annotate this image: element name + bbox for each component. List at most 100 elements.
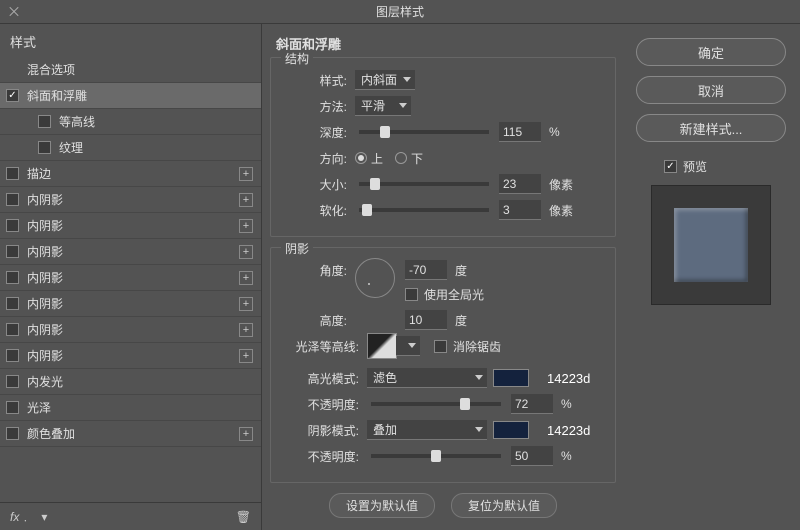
new-style-button[interactable]: 新建样式... bbox=[636, 114, 786, 142]
preview-checkbox[interactable] bbox=[664, 160, 677, 173]
style-item-label: 光泽 bbox=[27, 399, 253, 416]
highlight-color-hex: 14223d bbox=[547, 371, 590, 386]
add-effect-icon[interactable]: + bbox=[239, 323, 253, 337]
trash-icon[interactable]: 🗑 bbox=[236, 510, 251, 524]
reset-default-button[interactable]: 复位为默认值 bbox=[451, 493, 557, 518]
gloss-contour-picker[interactable] bbox=[367, 333, 397, 359]
style-item-label: 内发光 bbox=[27, 373, 253, 390]
style-item-14[interactable]: 颜色叠加+ bbox=[0, 421, 261, 447]
style-checkbox[interactable] bbox=[6, 401, 19, 414]
style-item-label: 内阴影 bbox=[27, 321, 239, 338]
style-checkbox[interactable] bbox=[6, 193, 19, 206]
size-label: 大小: bbox=[283, 176, 347, 193]
add-effect-icon[interactable]: + bbox=[239, 297, 253, 311]
style-item-4[interactable]: 描边+ bbox=[0, 161, 261, 187]
chevron-down-icon bbox=[399, 103, 407, 108]
style-item-1[interactable]: 斜面和浮雕 bbox=[0, 83, 261, 109]
angle-dial[interactable] bbox=[355, 258, 395, 298]
style-label: 样式: bbox=[283, 72, 347, 89]
soften-label: 软化: bbox=[283, 202, 347, 219]
direction-down-radio[interactable] bbox=[395, 152, 407, 164]
style-item-3[interactable]: 纹理 bbox=[0, 135, 261, 161]
style-item-7[interactable]: 内阴影+ bbox=[0, 239, 261, 265]
style-item-label: 混合选项 bbox=[27, 61, 253, 78]
chevron-down-icon[interactable]: ▾ bbox=[41, 510, 47, 524]
chevron-down-icon bbox=[475, 427, 483, 432]
close-icon[interactable] bbox=[8, 6, 18, 16]
layer-style-dialog: 图层样式 样式 混合选项斜面和浮雕等高线纹理描边+内阴影+内阴影+内阴影+内阴影… bbox=[0, 0, 800, 530]
add-effect-icon[interactable]: + bbox=[239, 193, 253, 207]
structure-group: 结构 样式: 内斜面 方法: 平滑 深度: % bbox=[270, 57, 616, 237]
style-item-8[interactable]: 内阴影+ bbox=[0, 265, 261, 291]
altitude-input[interactable] bbox=[405, 310, 447, 330]
add-effect-icon[interactable]: + bbox=[239, 219, 253, 233]
style-item-12[interactable]: 内发光 bbox=[0, 369, 261, 395]
style-checkbox[interactable] bbox=[6, 427, 19, 440]
ok-button[interactable]: 确定 bbox=[636, 38, 786, 66]
style-checkbox[interactable] bbox=[6, 219, 19, 232]
shadow-color-swatch[interactable] bbox=[493, 421, 529, 439]
highlight-opacity-input[interactable] bbox=[511, 394, 553, 414]
angle-unit: 度 bbox=[455, 262, 479, 279]
style-checkbox[interactable] bbox=[6, 271, 19, 284]
depth-input[interactable] bbox=[499, 122, 541, 142]
style-checkbox[interactable] bbox=[6, 245, 19, 258]
highlight-opacity-label: 不透明度: bbox=[283, 396, 359, 413]
style-checkbox[interactable] bbox=[6, 167, 19, 180]
soften-slider[interactable] bbox=[359, 208, 489, 212]
style-checkbox[interactable] bbox=[38, 141, 51, 154]
style-item-10[interactable]: 内阴影+ bbox=[0, 317, 261, 343]
style-list: 混合选项斜面和浮雕等高线纹理描边+内阴影+内阴影+内阴影+内阴影+内阴影+内阴影… bbox=[0, 57, 261, 502]
highlight-opacity-slider[interactable] bbox=[371, 402, 501, 406]
add-effect-icon[interactable]: + bbox=[239, 167, 253, 181]
gloss-contour-dropdown[interactable] bbox=[396, 336, 420, 356]
style-item-label: 描边 bbox=[27, 165, 239, 182]
gloss-contour-label: 光泽等高线: bbox=[283, 338, 359, 355]
shadow-opacity-slider[interactable] bbox=[371, 454, 501, 458]
style-item-2[interactable]: 等高线 bbox=[0, 109, 261, 135]
cancel-button[interactable]: 取消 bbox=[636, 76, 786, 104]
style-checkbox[interactable] bbox=[38, 115, 51, 128]
direction-up-radio[interactable] bbox=[355, 152, 367, 164]
style-item-9[interactable]: 内阴影+ bbox=[0, 291, 261, 317]
style-item-label: 内阴影 bbox=[27, 295, 239, 312]
shadow-mode-select[interactable]: 叠加 bbox=[367, 420, 487, 440]
style-checkbox[interactable] bbox=[6, 297, 19, 310]
style-checkbox[interactable] bbox=[6, 323, 19, 336]
antialias-label: 消除锯齿 bbox=[453, 338, 501, 355]
technique-label: 方法: bbox=[283, 98, 347, 115]
size-input[interactable] bbox=[499, 174, 541, 194]
shadow-opacity-input[interactable] bbox=[511, 446, 553, 466]
style-item-11[interactable]: 内阴影+ bbox=[0, 343, 261, 369]
technique-select[interactable]: 平滑 bbox=[355, 96, 411, 116]
highlight-mode-select[interactable]: 滤色 bbox=[367, 368, 487, 388]
angle-input[interactable] bbox=[405, 260, 447, 280]
add-effect-icon[interactable]: + bbox=[239, 271, 253, 285]
titlebar: 图层样式 bbox=[0, 0, 800, 24]
global-light-checkbox[interactable] bbox=[405, 288, 418, 301]
preview-box bbox=[651, 185, 771, 305]
style-checkbox[interactable] bbox=[6, 89, 19, 102]
antialias-checkbox[interactable] bbox=[434, 340, 447, 353]
style-checkbox[interactable] bbox=[6, 375, 19, 388]
style-item-0[interactable]: 混合选项 bbox=[0, 57, 261, 83]
sidebar-header: 样式 bbox=[0, 24, 261, 57]
add-effect-icon[interactable]: + bbox=[239, 245, 253, 259]
make-default-button[interactable]: 设置为默认值 bbox=[329, 493, 435, 518]
style-item-13[interactable]: 光泽 bbox=[0, 395, 261, 421]
soften-input[interactable] bbox=[499, 200, 541, 220]
highlight-color-swatch[interactable] bbox=[493, 369, 529, 387]
style-item-6[interactable]: 内阴影+ bbox=[0, 213, 261, 239]
style-select[interactable]: 内斜面 bbox=[355, 70, 415, 90]
sidebar-footer: fx﹒ ▾ 🗑 bbox=[0, 502, 261, 530]
size-slider[interactable] bbox=[359, 182, 489, 186]
depth-slider[interactable] bbox=[359, 130, 489, 134]
preview-label: 预览 bbox=[683, 158, 707, 175]
fx-icon[interactable]: fx﹒ bbox=[10, 508, 31, 525]
size-unit: 像素 bbox=[549, 176, 573, 193]
style-item-5[interactable]: 内阴影+ bbox=[0, 187, 261, 213]
altitude-unit: 度 bbox=[455, 312, 479, 329]
add-effect-icon[interactable]: + bbox=[239, 349, 253, 363]
add-effect-icon[interactable]: + bbox=[239, 427, 253, 441]
style-checkbox[interactable] bbox=[6, 349, 19, 362]
